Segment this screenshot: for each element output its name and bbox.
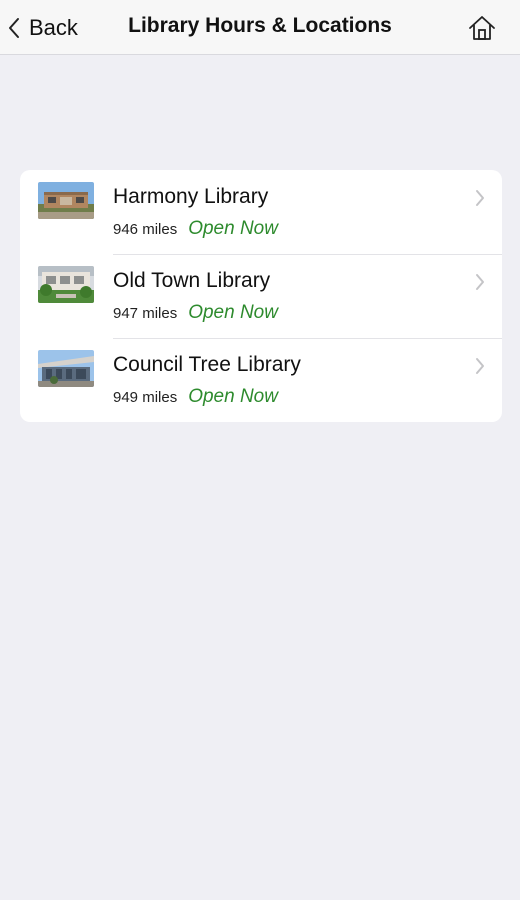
library-distance: 947 miles <box>113 305 178 322</box>
library-name: Old Town Library <box>113 269 271 292</box>
chevron-left-icon <box>8 17 20 39</box>
library-details: 947 miles Open Now <box>113 302 278 324</box>
back-button[interactable]: Back <box>8 10 78 46</box>
app-screen: Back Library Hours & Locations Harmony L… <box>0 0 520 900</box>
library-name: Harmony Library <box>113 185 269 208</box>
library-list: Harmony Library 946 miles Open Now Old T… <box>20 170 502 422</box>
list-item-harmony-library[interactable]: Harmony Library 946 miles Open Now <box>20 170 502 254</box>
library-status: Open Now <box>188 218 278 239</box>
chevron-right-icon <box>475 273 485 291</box>
harmony-library-photo <box>38 182 94 219</box>
list-item-council-tree-library[interactable]: Council Tree Library 949 miles Open Now <box>20 338 502 422</box>
council-tree-library-photo <box>38 350 94 387</box>
library-details: 946 miles Open Now <box>113 218 278 240</box>
list-item-old-town-library[interactable]: Old Town Library 947 miles Open Now <box>20 254 502 338</box>
navigation-bar: Back Library Hours & Locations <box>0 0 520 55</box>
back-label: Back <box>29 15 78 40</box>
library-details: 949 miles Open Now <box>113 386 278 408</box>
library-distance: 949 miles <box>113 389 178 406</box>
library-status: Open Now <box>188 386 278 407</box>
chevron-right-icon <box>475 189 485 207</box>
library-status: Open Now <box>188 302 278 323</box>
old-town-library-photo <box>38 266 94 303</box>
home-button[interactable] <box>468 14 496 42</box>
page-title: Library Hours & Locations <box>128 14 392 37</box>
library-distance: 946 miles <box>113 221 178 238</box>
library-name: Council Tree Library <box>113 353 301 376</box>
home-icon <box>468 14 496 42</box>
chevron-right-icon <box>475 357 485 375</box>
